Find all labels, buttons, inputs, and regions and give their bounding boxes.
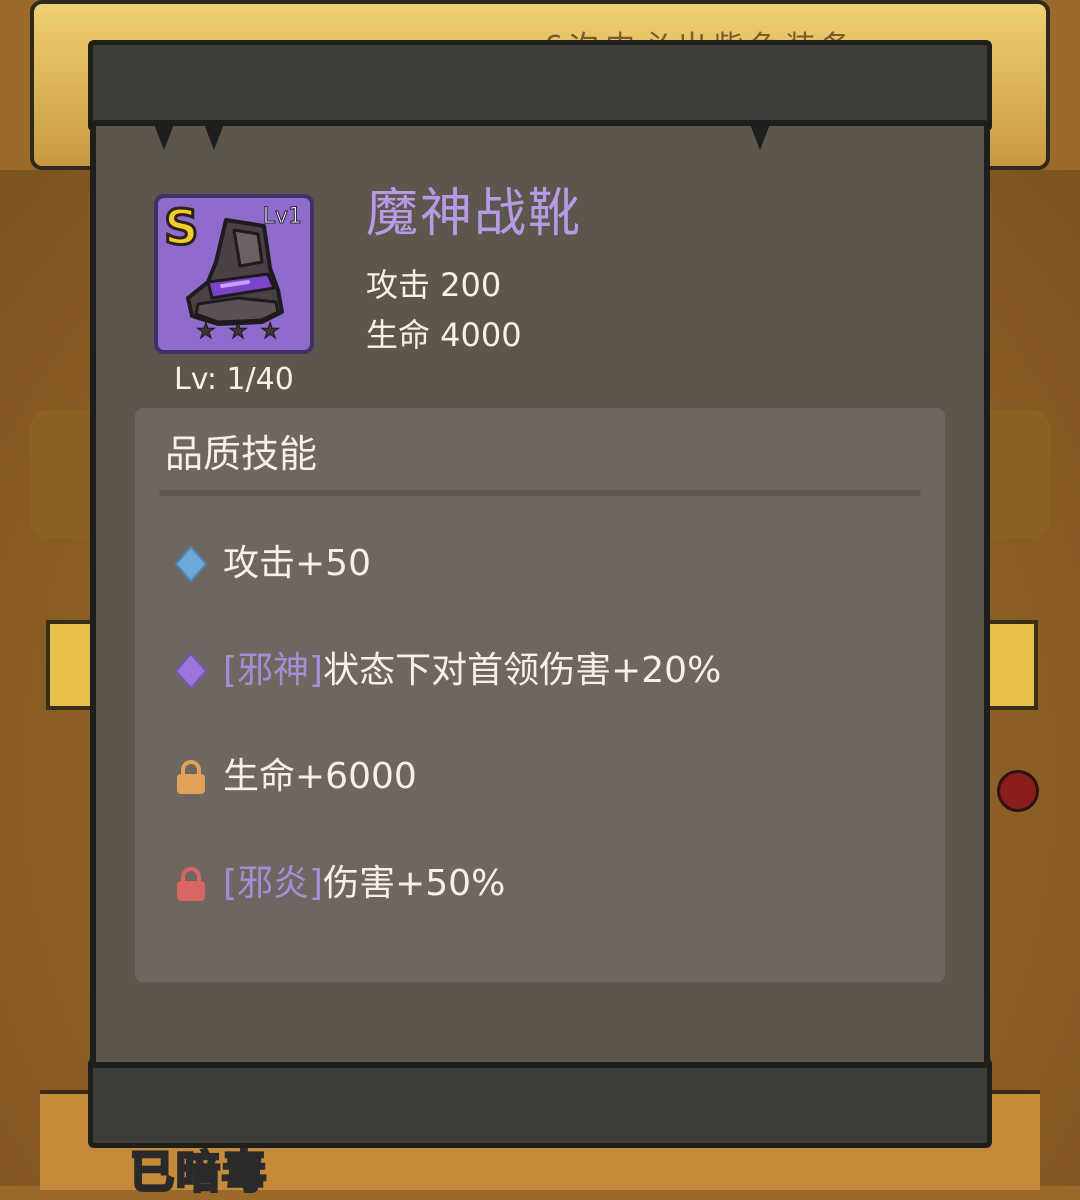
- stat-health: 生命 4000: [366, 316, 522, 354]
- skill-tag: [邪炎]: [223, 863, 324, 904]
- grade-badge: S: [163, 199, 201, 258]
- item-level-progress: Lv: 1/40: [174, 362, 294, 397]
- star-icon: ★: [196, 319, 217, 344]
- item-icon[interactable]: S Lv1 ★ ★ ★: [154, 194, 314, 354]
- skill-row: [邪神] 状态下对首领伤害+20%: [173, 647, 721, 695]
- panel-notch: [154, 124, 174, 150]
- red-lock-icon: [173, 866, 209, 902]
- stat-attack: 攻击 200: [366, 266, 502, 304]
- item-level-tag: Lv1: [262, 204, 302, 230]
- skill-text: 攻击+50: [223, 543, 371, 584]
- quality-skills-box: 品质技能 攻击+50 [邪神] 状态下对首领伤害+20% 生命+6000 [邪炎…: [135, 408, 945, 982]
- skill-tag: [邪神]: [223, 650, 324, 691]
- skills-divider: [159, 490, 921, 496]
- item-name: 魔神战靴: [366, 184, 583, 244]
- orange-lock-icon: [173, 759, 209, 795]
- skill-row: 生命+6000: [173, 753, 417, 801]
- star-icon: ★: [260, 319, 281, 344]
- panel-notch: [204, 124, 224, 150]
- blue-diamond-icon: [173, 546, 209, 582]
- modal-bottom-frame: [88, 1058, 992, 1148]
- skill-text: 生命+6000: [223, 756, 417, 797]
- skill-row: [邪炎] 伤害+50%: [173, 860, 505, 908]
- skill-text: 状态下对首领伤害+20%: [323, 650, 722, 691]
- modal-top-frame: [88, 40, 992, 132]
- skill-row: 攻击+50: [173, 540, 371, 588]
- panel-notch: [750, 124, 770, 150]
- purple-diamond-icon: [173, 653, 209, 689]
- skills-title: 品质技能: [165, 432, 318, 476]
- skill-text: 伤害+50%: [323, 863, 506, 904]
- notification-dot: [997, 770, 1039, 812]
- star-icon: ★: [228, 319, 249, 344]
- star-rating: ★ ★ ★: [196, 319, 281, 344]
